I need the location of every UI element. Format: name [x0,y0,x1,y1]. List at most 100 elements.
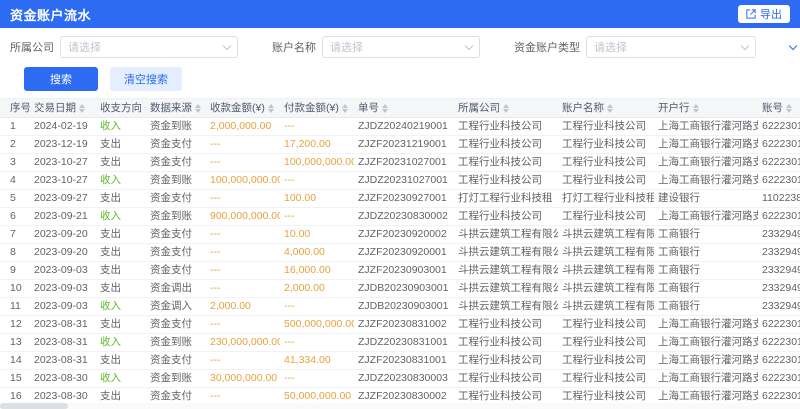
column-header-account[interactable]: 账户名称 [558,99,654,117]
cell-order-no: ZJZF20230920002 [354,225,454,243]
cell-source: 资金支付 [146,135,206,153]
cell-date: 2024-02-19 [30,117,96,135]
cell-company: 工程行业科技公司 [454,153,558,171]
export-button[interactable]: 导出 [738,5,790,23]
cell-source: 资金调出 [146,279,206,297]
cell-account-name: 工程行业科技公司 [558,333,654,351]
cell-source: 资金支付 [146,315,206,333]
cell-date: 2023-09-03 [30,279,96,297]
account-type-select[interactable]: 请选择 [586,36,756,58]
table-row: 12024-02-19收入资金到账2,000,000.00---ZJDZ2024… [0,117,800,135]
cell-account-name: 斗拱云建筑工程有限公司 [558,279,654,297]
column-header-company[interactable]: 所属公司 [454,99,558,117]
flow-table: 序号交易日期收支方向数据来源收款金额(¥)付款金额(¥)单号所属公司账户名称开户… [0,99,800,409]
column-header-order[interactable]: 单号 [354,99,454,117]
cell-date: 2023-09-20 [30,225,96,243]
sort-icon[interactable] [342,104,348,113]
column-header-direction[interactable]: 收支方向 [96,99,146,117]
cell-account-no: 23329499 [758,261,800,279]
sort-icon[interactable] [268,104,274,113]
cell-seq: 2 [0,135,30,153]
cell-bank: 上海工商银行灌河路支行 [654,351,758,369]
clear-search-button[interactable]: 清空搜索 [110,67,182,91]
cell-payment-amount: 16,000.00 [280,261,354,279]
cell-payment-amount: --- [280,333,354,351]
table-header-row: 序号交易日期收支方向数据来源收款金额(¥)付款金额(¥)单号所属公司账户名称开户… [0,99,800,117]
search-button[interactable]: 搜索 [24,67,98,91]
cell-order-no: ZJZF20230831002 [354,315,454,333]
cell-company: 工程行业科技公司 [454,207,558,225]
cell-account-name: 斗拱云建筑工程有限公司 [558,261,654,279]
filter-actions: 搜索 清空搜索 [10,67,790,91]
cell-account-no: 11022382 [758,189,800,207]
cell-payment-amount: 41,334.00 [280,351,354,369]
horizontal-scrollbar[interactable] [0,403,800,409]
cell-receipt-amount: --- [206,189,280,207]
filter-panel: 所属公司 请选择 账户名称 请选择 资金账户类型 请选择 展开筛选 [0,28,800,99]
sort-icon[interactable] [79,104,85,113]
cell-seq: 9 [0,261,30,279]
cell-payment-amount: 500,000,000.00 [280,315,354,333]
cell-order-no: ZJDZ20230831001 [354,333,454,351]
cell-receipt-amount: --- [206,225,280,243]
column-header-receipt[interactable]: 收款金额(¥) [206,99,280,117]
cell-company: 打灯工程行业科技租 [454,189,558,207]
cell-source: 资金调入 [146,297,206,315]
cell-seq: 5 [0,189,30,207]
cell-source: 资金支付 [146,261,206,279]
cell-seq: 12 [0,315,30,333]
column-label: 账号 [762,102,783,114]
account-name-select-placeholder: 请选择 [330,39,363,55]
cell-payment-amount: --- [280,297,354,315]
sort-icon[interactable] [607,104,613,113]
column-header-number[interactable]: 账号 [758,99,800,117]
cell-company: 工程行业科技公司 [454,351,558,369]
table-row: 132023-08-31收入资金到账230,000,000.00---ZJDZ2… [0,333,800,351]
cell-date: 2023-08-31 [30,333,96,351]
expand-filter-link[interactable]: 展开筛选 [790,39,800,55]
cell-payment-amount: 100.00 [280,189,354,207]
cell-direction: 收入 [96,297,146,315]
cell-source: 资金支付 [146,225,206,243]
cell-source: 资金到账 [146,369,206,387]
cell-direction: 支出 [96,225,146,243]
cell-account-name: 工程行业科技公司 [558,117,654,135]
cell-receipt-amount: --- [206,135,280,153]
table-row: 102023-09-03支出资金调出---2,000.00ZJDB2023090… [0,279,800,297]
chevron-down-icon [465,41,473,49]
cell-bank: 建设银行 [654,189,758,207]
sort-icon[interactable] [503,104,509,113]
account-name-select[interactable]: 请选择 [322,36,480,58]
sort-icon[interactable] [195,104,201,113]
column-header-date[interactable]: 交易日期 [30,99,96,117]
scrollbar-thumb[interactable] [0,403,68,409]
sort-icon[interactable] [786,104,792,113]
cell-direction: 支出 [96,189,146,207]
column-header-bank[interactable]: 开户行 [654,99,758,117]
cell-source: 资金到账 [146,117,206,135]
column-header-source[interactable]: 数据来源 [146,99,206,117]
table-body: 12024-02-19收入资金到账2,000,000.00---ZJDZ2024… [0,117,800,409]
cell-account-name: 工程行业科技公司 [558,369,654,387]
column-label: 开户行 [658,102,690,114]
cell-date: 2023-08-30 [30,369,96,387]
table-row: 142023-08-31支出资金支付---41,334.00ZJZF202308… [0,351,800,369]
cell-order-no: ZJDZ20240219001 [354,117,454,135]
cell-direction: 收入 [96,333,146,351]
sort-icon[interactable] [382,104,388,113]
sort-icon[interactable] [693,104,699,113]
column-header-payment[interactable]: 付款金额(¥) [280,99,354,117]
cell-receipt-amount: 900,000,000.00 [206,207,280,225]
cell-date: 2023-08-31 [30,315,96,333]
cell-seq: 13 [0,333,30,351]
cell-date: 2023-09-21 [30,207,96,225]
sort-icon[interactable] [145,104,146,113]
company-select[interactable]: 请选择 [60,36,238,58]
cell-payment-amount: 17,200.00 [280,135,354,153]
cell-order-no: ZJDZ20231027001 [354,171,454,189]
cell-seq: 1 [0,117,30,135]
cell-direction: 支出 [96,279,146,297]
cell-bank: 上海工商银行灌河路支行 [654,153,758,171]
cell-receipt-amount: 30,000,000.00 [206,369,280,387]
chevron-down-icon [741,41,749,49]
